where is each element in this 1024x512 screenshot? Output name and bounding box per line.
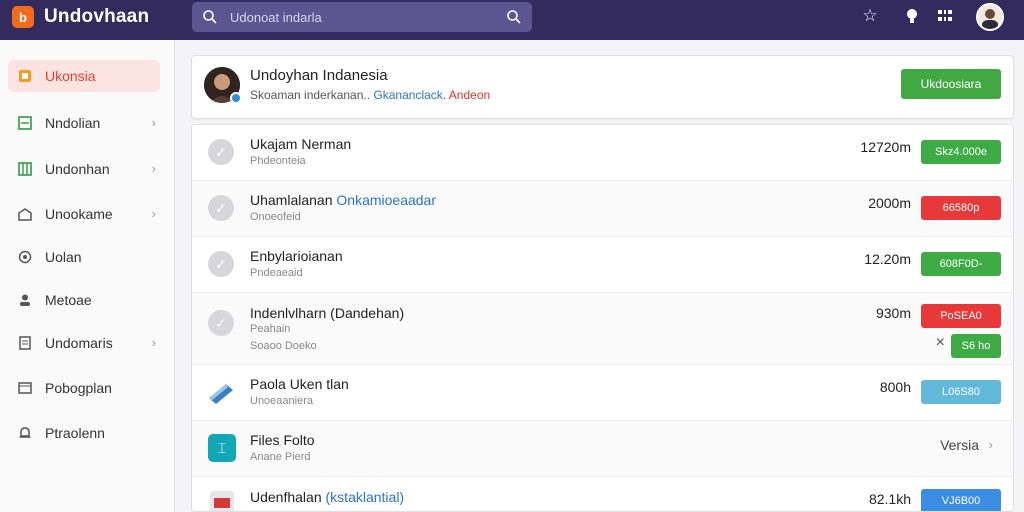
- top-bar: b Undovhaan ☆: [0, 0, 1024, 40]
- row-title: Ukajam Nerman: [250, 136, 352, 152]
- chevron-right-icon: ›: [151, 335, 156, 350]
- list-item[interactable]: ✓ Ukajam Nerman Phdeonteia 12720m Skz4.0…: [192, 125, 1013, 181]
- sidebar: Ukonsia Nndolian › Undonhan › Unookame ›…: [0, 40, 175, 512]
- row-title: Enbylarioianan: [250, 248, 343, 264]
- sidebar-item-label: Pobogplan: [45, 380, 112, 396]
- sidebar-item-ptraolenn[interactable]: Ptraolenn: [8, 417, 160, 449]
- sidebar-item-ukonsia[interactable]: Ukonsia: [8, 60, 160, 92]
- row-subtitle: Pndeaeaid: [250, 267, 303, 279]
- sidebar-item-label: Uolan: [45, 249, 82, 265]
- profile-name: Undoyhan Indanesia: [250, 67, 388, 84]
- row-action-button[interactable]: L06S80: [921, 380, 1001, 404]
- row-title: Udenfhalan (kstaklantial): [250, 489, 405, 505]
- document-icon: [17, 335, 33, 351]
- check-circle-icon[interactable]: ✓: [208, 195, 234, 221]
- package-icon: [209, 384, 233, 404]
- row-value: 82.1kh: [868, 491, 911, 507]
- table-icon: [17, 161, 33, 177]
- profile-card: Undoyhan Indanesia Skoaman inderkanan.. …: [191, 55, 1014, 119]
- item-list: ✓ Ukajam Nerman Phdeonteia 12720m Skz4.0…: [191, 124, 1014, 512]
- list-item[interactable]: ✓ Indenlvlharn (Dandehan) Peahain Soaoo …: [192, 293, 1013, 365]
- check-circle-icon[interactable]: ✓: [208, 310, 234, 336]
- chevron-right-icon: ›: [151, 206, 156, 221]
- chevron-right-icon[interactable]: ›: [989, 437, 993, 452]
- circle-icon: [17, 249, 33, 265]
- row-subtitle-secondary: Soaoo Doeko: [250, 340, 317, 352]
- search-submit-icon[interactable]: [506, 9, 522, 25]
- row-title-link[interactable]: Onkamioeaadar: [336, 192, 436, 208]
- user-avatar[interactable]: [976, 3, 1004, 31]
- chevron-right-icon: ›: [151, 161, 156, 176]
- row-subtitle: Peahain: [250, 323, 291, 335]
- row-action-button[interactable]: 608F0D-: [921, 252, 1001, 276]
- dashboard-icon: [17, 68, 33, 84]
- row-value: 2000m: [868, 195, 911, 211]
- sidebar-item-label: Metoae: [45, 292, 92, 308]
- sidebar-item-label: Undonhan: [45, 161, 110, 177]
- row-value: 800h: [879, 379, 911, 395]
- document-red-icon: [210, 491, 234, 511]
- row-value: 12720m: [860, 139, 911, 155]
- app-logo-icon[interactable]: b: [12, 6, 34, 28]
- row-subtitle: Onoeofeid: [250, 211, 301, 223]
- row-title: Paola Uken tlan: [250, 376, 349, 392]
- files-app-icon: ⌶: [208, 434, 236, 462]
- check-circle-icon[interactable]: ✓: [208, 251, 234, 277]
- profile-action-button[interactable]: Ukdoosiara: [901, 69, 1001, 99]
- grid-apps-icon[interactable]: [935, 6, 955, 26]
- row-title: Indenlvlharn (Dandehan): [250, 305, 405, 321]
- row-action-button[interactable]: 66580p: [921, 196, 1001, 220]
- user-photo-icon: [978, 5, 1002, 29]
- row-value: 12.20m: [864, 251, 911, 267]
- sidebar-item-metoae[interactable]: Metoae: [8, 284, 160, 316]
- search-input[interactable]: [230, 8, 490, 26]
- row-subtitle: Unoeaaniera: [250, 395, 313, 407]
- chevron-right-icon: ›: [151, 115, 156, 130]
- building-icon: [17, 206, 33, 222]
- sidebar-item-pobogplan[interactable]: Pobogplan: [8, 372, 160, 404]
- sidebar-item-unookame[interactable]: Unookame ›: [8, 198, 160, 230]
- bulb-icon[interactable]: [902, 6, 922, 26]
- check-circle-icon[interactable]: ✓: [208, 139, 234, 165]
- profile-link-blue[interactable]: Gkananclack.: [373, 88, 446, 102]
- sidebar-item-label: Ptraolenn: [45, 425, 105, 441]
- chart-icon: [17, 115, 33, 131]
- row-title-link[interactable]: (kstaklantial): [326, 489, 405, 505]
- sidebar-item-label: Unookame: [45, 206, 113, 222]
- row-title: Files Folto: [250, 432, 315, 448]
- row-action-button[interactable]: Skz4.000e: [921, 140, 1001, 164]
- sidebar-item-uolan[interactable]: Uolan: [8, 241, 160, 273]
- row-action-button[interactable]: PoSEA0: [921, 304, 1001, 328]
- verified-badge-icon: [230, 92, 242, 104]
- row-secondary-button[interactable]: S6 ho: [951, 334, 1001, 358]
- profile-link-red[interactable]: Andeon: [449, 88, 490, 102]
- sidebar-item-label: Undomaris: [45, 335, 113, 351]
- row-subtitle: Phdeonteia: [250, 155, 306, 167]
- list-item[interactable]: ✓ Uhamlalanan Onkamioeaadar Onoeofeid 20…: [192, 181, 1013, 237]
- row-action-button[interactable]: VJ6B00: [921, 489, 1001, 511]
- row-link[interactable]: Versia: [940, 437, 979, 453]
- sidebar-item-undomaris[interactable]: Undomaris ›: [8, 327, 160, 359]
- sidebar-item-label: Nndolian: [45, 115, 101, 131]
- search-icon: [203, 10, 217, 24]
- sidebar-item-nndolian[interactable]: Nndolian ›: [8, 107, 160, 139]
- row-subtitle: Anane Pierd: [250, 451, 311, 463]
- star-icon[interactable]: ☆: [860, 6, 880, 26]
- search-box[interactable]: [192, 2, 532, 32]
- list-item[interactable]: Udenfhalan (kstaklantial) 82.1kh VJ6B00: [192, 477, 1013, 511]
- app-title: Undovhaan: [44, 6, 150, 27]
- bell-icon: [17, 425, 33, 441]
- row-value: 930m: [875, 305, 911, 321]
- close-icon[interactable]: ×: [936, 334, 945, 352]
- user-icon: [17, 292, 33, 308]
- row-title: Uhamlalanan Onkamioeaadar: [250, 192, 437, 208]
- list-item[interactable]: Paola Uken tlan Unoeaaniera 800h L06S80: [192, 365, 1013, 421]
- list-item[interactable]: ✓ Enbylarioianan Pndeaeaid 12.20m 608F0D…: [192, 237, 1013, 293]
- sidebar-item-label: Ukonsia: [45, 68, 96, 84]
- sidebar-item-undonhan[interactable]: Undonhan ›: [8, 153, 160, 185]
- window-icon: [17, 380, 33, 396]
- profile-subtitle: Skoaman inderkanan.. Gkananclack. Andeon: [250, 88, 491, 102]
- list-item[interactable]: ⌶ Files Folto Anane Pierd Versia ›: [192, 421, 1013, 477]
